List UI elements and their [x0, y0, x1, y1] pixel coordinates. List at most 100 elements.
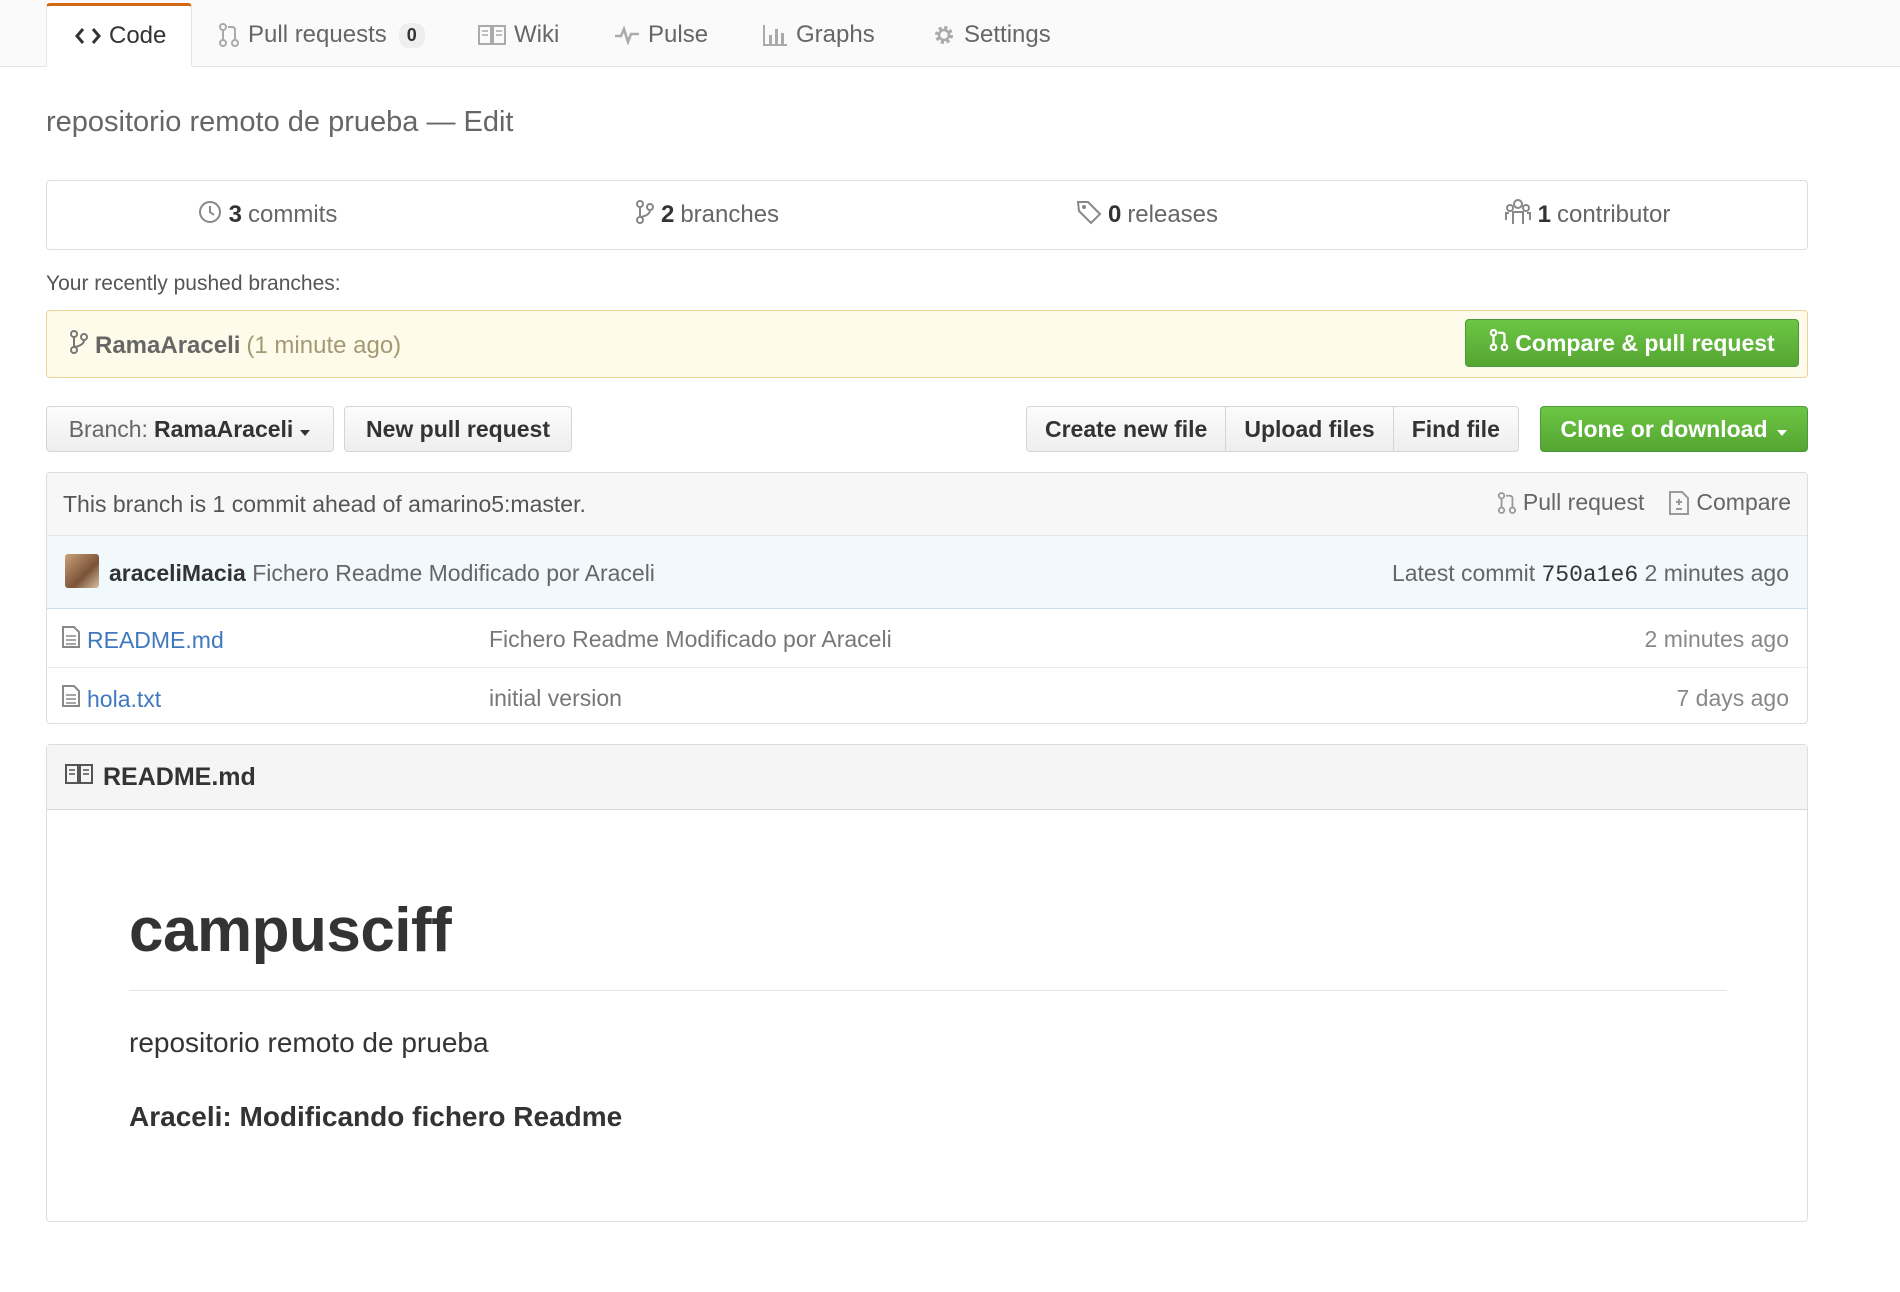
readme-heading: campusciff — [129, 896, 452, 965]
compare-button-label: Compare & pull request — [1515, 329, 1775, 356]
file-name-cell: README.md — [61, 625, 224, 655]
pull-request-link-label: Pull request — [1522, 489, 1645, 515]
recently-pushed-label: Your recently pushed branches: — [46, 272, 341, 295]
pushed-branch-name[interactable]: RamaAraceli — [95, 332, 240, 360]
git-pull-request-icon — [1489, 328, 1509, 358]
repo-nav: Code Pull requests 0 Wiki Pulse Graphs S… — [0, 0, 1900, 67]
contributors-link[interactable]: 1 contributor — [1367, 181, 1807, 249]
book-icon — [478, 24, 506, 46]
description-separator: — — [426, 106, 456, 138]
recently-pushed-branch-banner: RamaAraceli (1 minute ago) Compare & pul… — [46, 310, 1808, 378]
latest-commit-info: Latest commit 750a1e6 2 minutes ago — [1392, 560, 1789, 588]
branches-label: branches — [680, 201, 780, 228]
file-actions-group: Create new file Upload files Find file — [1026, 406, 1519, 452]
file-row: hola.txt initial version 7 days ago — [47, 668, 1807, 723]
avatar[interactable] — [65, 554, 99, 588]
pulse-icon — [614, 25, 640, 45]
repository-description: repositorio remoto de prueba — Edit — [46, 106, 514, 139]
upload-files-button[interactable]: Upload files — [1225, 406, 1394, 452]
readme-paragraph: repositorio remoto de prueba — [129, 1027, 489, 1058]
file-age: 2 minutes ago — [1644, 626, 1789, 652]
tab-graphs[interactable]: Graphs — [762, 4, 875, 66]
book-icon — [65, 763, 93, 792]
file-link[interactable]: README.md — [87, 627, 224, 654]
pull-request-link[interactable]: Pull request — [1497, 489, 1644, 516]
code-icon — [75, 26, 101, 46]
commit-message-link[interactable]: Fichero Readme Modificado por Araceli — [252, 560, 655, 586]
file-commit-message[interactable]: Fichero Readme Modificado por Araceli — [489, 626, 892, 653]
branch-ahead-message: This branch is 1 commit ahead of amarino… — [63, 491, 586, 517]
file-listing: This branch is 1 commit ahead of amarino… — [46, 472, 1808, 724]
file-commit-message[interactable]: initial version — [489, 685, 622, 712]
history-icon — [197, 199, 223, 232]
readme-filename: README.md — [103, 762, 256, 791]
create-new-file-button[interactable]: Create new file — [1026, 406, 1227, 452]
file-age: 7 days ago — [1676, 685, 1789, 711]
tab-label: Wiki — [514, 21, 560, 48]
git-branch-icon — [635, 199, 655, 232]
branch-actions: Pull request Compare — [1497, 489, 1791, 516]
edit-description-link[interactable]: Edit — [464, 106, 514, 138]
readme-panel: README.md campusciff repositorio remoto … — [46, 744, 1808, 1222]
git-branch-icon — [69, 329, 89, 362]
clone-or-download-button[interactable]: Clone or download — [1540, 406, 1808, 452]
file-diff-icon — [1668, 490, 1690, 516]
releases-count: 0 — [1107, 201, 1122, 228]
find-file-button[interactable]: Find file — [1392, 406, 1519, 452]
file-name-cell: hola.txt — [61, 684, 161, 714]
description-text: repositorio remoto de prueba — [46, 106, 419, 138]
branches-count: 2 — [660, 201, 675, 228]
commits-label: commits — [248, 201, 338, 228]
compare-link[interactable]: Compare — [1668, 489, 1791, 516]
file-text-icon — [61, 684, 81, 714]
file-row: README.md Fichero Readme Modificado por … — [47, 609, 1807, 668]
tab-settings[interactable]: Settings — [932, 4, 1051, 66]
readme-header: README.md — [47, 745, 1807, 810]
branch-name: RamaAraceli — [153, 415, 294, 442]
commit-sha-link[interactable]: 750a1e6 — [1542, 562, 1639, 588]
pull-request-count-badge: 0 — [398, 22, 425, 48]
caret-down-icon — [1776, 416, 1788, 443]
branch-infobar: This branch is 1 commit ahead of amarino… — [47, 473, 1807, 536]
pushed-branch: RamaAraceli (1 minute ago) — [69, 329, 401, 362]
branches-link[interactable]: 2 branches — [487, 181, 927, 249]
commit-author-link[interactable]: araceliMacia — [109, 560, 246, 586]
contributors-label: contributor — [1556, 201, 1671, 228]
tab-wiki[interactable]: Wiki — [478, 4, 559, 66]
latest-commit-age: 2 minutes ago — [1644, 560, 1789, 586]
tab-label: Graphs — [796, 21, 875, 48]
file-link[interactable]: hola.txt — [87, 686, 161, 713]
branch-prefix: Branch: — [68, 415, 148, 442]
releases-label: releases — [1127, 201, 1219, 228]
clone-button-label: Clone or download — [1560, 415, 1768, 442]
tab-label: Code — [109, 22, 167, 49]
contributors-count: 1 — [1537, 201, 1551, 228]
pushed-branch-time: (1 minute ago) — [246, 331, 402, 359]
tab-label: Pull requests — [248, 21, 387, 48]
caret-down-icon — [299, 416, 311, 443]
new-pull-request-button[interactable]: New pull request — [344, 406, 572, 452]
tab-label: Settings — [964, 21, 1051, 48]
heading-divider — [129, 990, 1727, 991]
tag-icon — [1076, 199, 1102, 232]
tab-code[interactable]: Code — [46, 3, 192, 67]
tab-label: Pulse — [648, 21, 709, 48]
branch-select-menu[interactable]: Branch: RamaAraceli — [46, 406, 334, 452]
compare-and-pull-request-button[interactable]: Compare & pull request — [1465, 319, 1799, 367]
readme-bold-line: Araceli: Modificando fichero Readme — [129, 1101, 623, 1132]
tab-pulse[interactable]: Pulse — [614, 4, 708, 66]
commit-author-and-message: araceliMacia Fichero Readme Modificado p… — [109, 560, 655, 587]
commits-count: 3 — [228, 201, 242, 228]
latest-commit-bar: araceliMacia Fichero Readme Modificado p… — [47, 536, 1807, 609]
latest-commit-prefix: Latest commit — [1391, 560, 1536, 586]
organization-icon — [1504, 198, 1532, 233]
commits-link[interactable]: 3 commits — [47, 181, 487, 249]
graph-icon — [762, 23, 788, 47]
tab-pull-requests[interactable]: Pull requests 0 — [218, 4, 425, 66]
git-pull-request-icon — [218, 22, 240, 48]
numbers-summary: 3 commits 2 branches 0 releases 1 contri… — [46, 180, 1808, 250]
compare-link-label: Compare — [1696, 489, 1791, 515]
releases-link[interactable]: 0 releases — [927, 181, 1367, 249]
file-text-icon — [61, 625, 81, 655]
git-pull-request-icon — [1497, 491, 1517, 515]
